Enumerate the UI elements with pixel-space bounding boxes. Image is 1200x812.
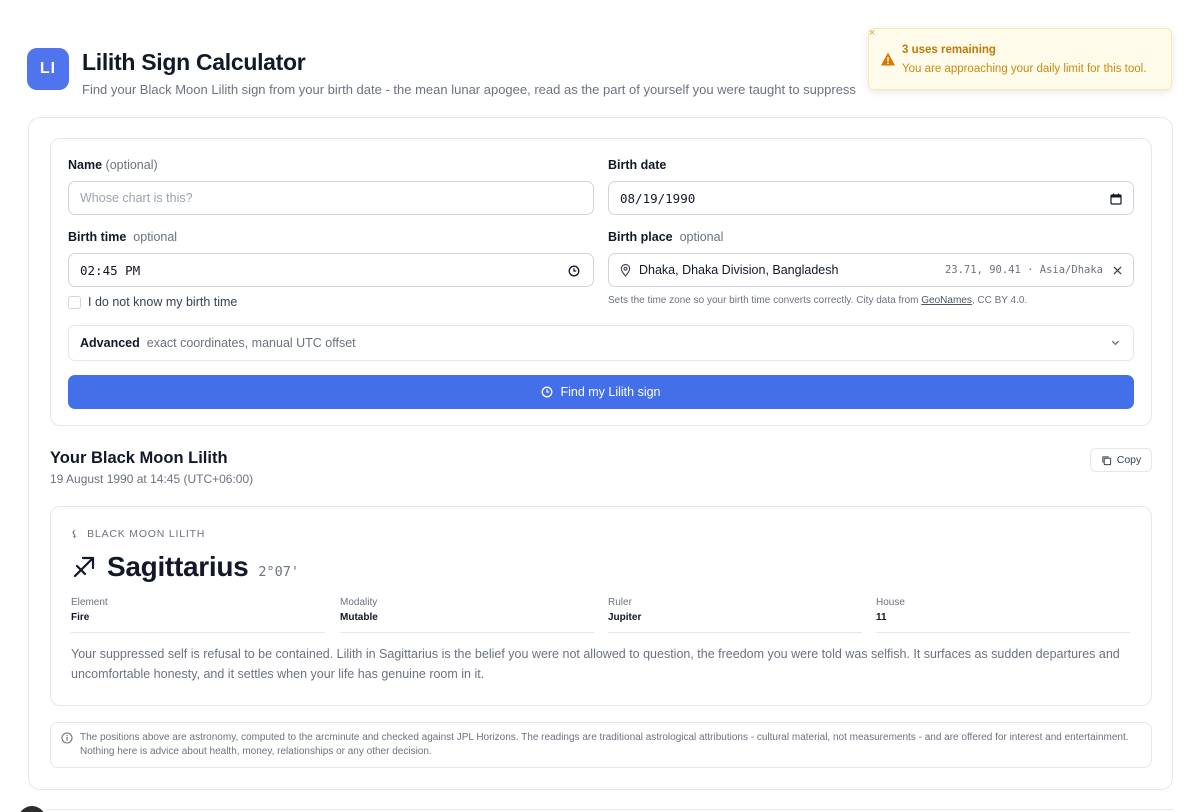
- sign-description: Your suppressed self is refusal to be co…: [71, 647, 1120, 681]
- sign-degree: 2°07': [258, 563, 300, 580]
- advanced-title: Advanced: [80, 336, 140, 350]
- toast-message: You are approaching your daily limit for…: [902, 63, 1147, 75]
- birth-place-label: Birth place optional: [608, 230, 724, 244]
- birth-date-value: 08/19/1990: [620, 190, 696, 206]
- find-lilith-button[interactable]: Find my Lilith sign: [68, 375, 1134, 409]
- copy-button[interactable]: Copy: [1090, 448, 1152, 472]
- main-card: Name (optional) Whose chart is this? Bir…: [28, 117, 1173, 790]
- disclaimer-box: The positions above are astronomy, compu…: [50, 722, 1152, 768]
- birth-date-input[interactable]: 08/19/1990: [608, 181, 1134, 215]
- warning-icon: [881, 52, 895, 66]
- name-label: Name (optional): [68, 158, 158, 172]
- attribute-house: House 11: [876, 597, 1130, 633]
- copy-label: Copy: [1116, 454, 1142, 466]
- birth-place-hint: Sets the time zone so your birth time co…: [608, 295, 1028, 306]
- birth-place-coords: 23.71, 90.41 · Asia/Dhaka: [944, 264, 1103, 276]
- advanced-subtitle: exact coordinates, manual UTC offset: [146, 336, 356, 350]
- page-subtitle: Find your Black Moon Lilith sign from yo…: [82, 82, 856, 97]
- attribute-modality: Modality Mutable: [340, 597, 594, 633]
- name-input[interactable]: Whose chart is this?: [68, 181, 594, 215]
- calendar-icon[interactable]: [1110, 193, 1122, 205]
- sign-name: Sagittarius: [107, 551, 249, 582]
- result-subtitle: 19 August 1990 at 14:45 (UTC+06:00): [50, 472, 254, 486]
- usage-limit-toast: × 3 uses remaining You are approaching y…: [868, 27, 1172, 90]
- unknown-time-label: I do not know my birth time: [88, 295, 238, 309]
- lilith-result-card: ⚸ BLACK MOON LILITH Sagittarius 2°07' El…: [50, 506, 1152, 706]
- geonames-link[interactable]: GeoNames: [921, 295, 972, 306]
- advanced-toggle[interactable]: Advanced exact coordinates, manual UTC o…: [68, 325, 1134, 361]
- clock-icon[interactable]: [568, 265, 580, 277]
- sign-row: Sagittarius 2°07': [71, 551, 299, 583]
- attribute-ruler: Ruler Jupiter: [608, 597, 862, 633]
- toast-title: 3 uses remaining: [902, 44, 996, 56]
- info-icon: [61, 732, 73, 744]
- birth-time-input[interactable]: 02:45 PM: [68, 253, 594, 287]
- name-placeholder: Whose chart is this?: [80, 191, 193, 205]
- page-header: LI Lilith Sign Calculator Find your Blac…: [27, 48, 856, 99]
- attribute-element: Element Fire: [71, 597, 325, 633]
- find-lilith-label: Find my Lilith sign: [560, 385, 661, 399]
- birth-time-label: Birth time optional: [68, 230, 178, 244]
- chevron-down-icon: [1111, 340, 1120, 346]
- birth-date-label: Birth date: [608, 158, 667, 172]
- page-title: Lilith Sign Calculator: [82, 49, 306, 75]
- lilith-glyph-icon: ⚸: [71, 528, 80, 540]
- disclaimer-text: The positions above are astronomy, compu…: [80, 732, 1129, 757]
- result-kicker: ⚸ BLACK MOON LILITH: [71, 528, 206, 540]
- moon-clock-icon: [542, 386, 553, 398]
- toast-close-button[interactable]: ×: [869, 27, 879, 39]
- unknown-time-checkbox[interactable]: [68, 296, 81, 309]
- clear-icon[interactable]: [1113, 266, 1122, 275]
- avatar[interactable]: [18, 806, 46, 812]
- copy-icon: [1102, 455, 1111, 465]
- map-pin-icon: [620, 264, 631, 277]
- result-title: Your Black Moon Lilith: [50, 449, 228, 467]
- sagittarius-glyph-icon: [73, 556, 95, 578]
- birth-time-value: 02:45 PM: [80, 262, 141, 278]
- birth-form: Name (optional) Whose chart is this? Bir…: [50, 138, 1152, 426]
- app-logo: LI: [27, 48, 69, 90]
- birth-place-value: Dhaka, Dhaka Division, Bangladesh: [639, 263, 839, 277]
- birth-place-input[interactable]: Dhaka, Dhaka Division, Bangladesh 23.71,…: [608, 253, 1134, 287]
